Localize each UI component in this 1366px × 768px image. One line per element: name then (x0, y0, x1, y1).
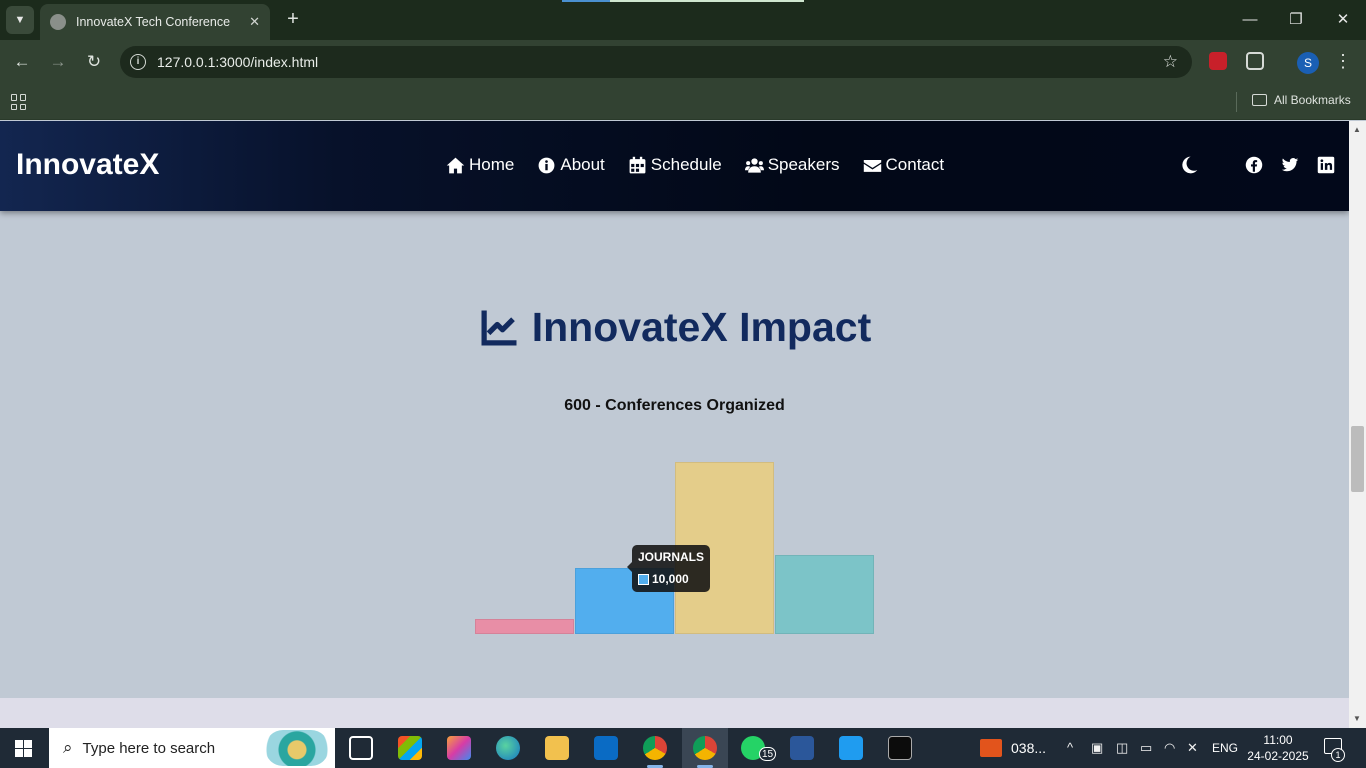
nav-link-label: Contact (885, 155, 945, 174)
tray-app-icon[interactable] (980, 739, 1002, 757)
nav-link-schedule[interactable]: Schedule (628, 155, 722, 175)
clock-time: 11:00 (1263, 733, 1293, 747)
bookmarks-bar: All Bookmarks (0, 84, 1366, 120)
taskbar-search-placeholder: Type here to search (82, 739, 216, 757)
all-bookmarks-label: All Bookmarks (1274, 93, 1351, 107)
impact-title: InnovateX Impact (531, 304, 872, 350)
tooltip-color-swatch (638, 573, 649, 585)
nav-link-label: Speakers (767, 155, 840, 174)
taskbar-search[interactable]: ⌕ Type here to search (49, 728, 335, 768)
word-icon[interactable] (790, 736, 814, 760)
tray-camera-icon[interactable]: ◫ (1116, 740, 1128, 756)
envelope-icon (863, 159, 881, 172)
file-explorer-icon[interactable] (545, 736, 569, 760)
bookmarks-divider (1236, 92, 1237, 112)
moon-icon[interactable] (1179, 155, 1199, 175)
edge-icon[interactable] (496, 736, 520, 760)
chart-tooltip: JOURNALS 10,000 (627, 545, 710, 592)
globe-icon (50, 14, 66, 30)
apps-grid-icon[interactable] (11, 94, 27, 110)
nav-link-speakers[interactable]: Speakers (744, 155, 840, 175)
page-viewport: InnovateX Home About Schedule Speakers C… (0, 121, 1349, 728)
impact-heading: InnovateX Impact (0, 304, 1349, 351)
next-section (0, 698, 1349, 728)
page-scrollbar[interactable]: ▲ ▼ (1349, 121, 1366, 728)
close-tab-icon[interactable]: ✕ (249, 14, 260, 30)
browser-toolbar: ← → ↻ i 127.0.0.1:3000/index.html ☆ S ⋮ (0, 40, 1366, 84)
minimize-button[interactable]: — (1238, 8, 1262, 32)
chart-bar[interactable] (775, 555, 874, 634)
address-bar[interactable]: i 127.0.0.1:3000/index.html ☆ (120, 46, 1192, 78)
url-text[interactable]: 127.0.0.1:3000/index.html (157, 54, 318, 70)
notification-count: 1 (1331, 748, 1345, 762)
browser-tab-bar: ▼ InnovateX Tech Conference ✕ + — ❐ ✕ (0, 0, 1366, 40)
new-tab-button[interactable]: + (282, 8, 304, 30)
site-brand[interactable]: InnovateX (16, 148, 159, 182)
clock-date: 24-02-2025 (1247, 749, 1309, 763)
calendar-icon (629, 156, 646, 173)
home-icon (446, 157, 465, 173)
restore-button[interactable]: ❐ (1284, 8, 1308, 32)
nav-link-label: Home (469, 155, 515, 174)
linkedin-icon[interactable] (1317, 156, 1335, 174)
whatsapp-badge: 15 (759, 747, 776, 761)
nav-links: Home About Schedule Speakers Contact (446, 155, 944, 175)
task-view-icon[interactable] (349, 736, 373, 760)
chrome-profile-icon[interactable] (693, 736, 717, 760)
nav-link-about[interactable]: About (537, 155, 605, 175)
scroll-up-arrow-icon[interactable]: ▲ (1353, 125, 1361, 134)
close-window-button[interactable]: ✕ (1331, 8, 1355, 32)
facebook-icon[interactable] (1245, 156, 1263, 174)
windows-taskbar: ⌕ Type here to search 15 038... ^ ▣ ◫ ▭ … (0, 728, 1366, 768)
chevron-up-icon[interactable]: ^ (1067, 740, 1073, 755)
tab-search-button[interactable]: ▼ (6, 6, 34, 34)
vscode-icon[interactable] (839, 736, 863, 760)
nav-link-label: Schedule (650, 155, 722, 174)
tab-title: InnovateX Tech Conference (76, 15, 231, 29)
tooltip-label: JOURNALS (638, 550, 705, 564)
chart-line-icon (481, 310, 517, 345)
all-bookmarks-button[interactable]: All Bookmarks (1252, 93, 1351, 107)
tray-security-icon[interactable]: ▣ (1091, 740, 1103, 756)
language-indicator[interactable]: ENG (1212, 741, 1238, 755)
forward-button[interactable]: → (47, 51, 69, 73)
wifi-icon[interactable]: ◠ (1164, 740, 1175, 756)
info-icon (538, 157, 555, 173)
back-button[interactable]: ← (11, 51, 33, 73)
bookmark-star-icon[interactable]: ☆ (1163, 52, 1178, 72)
search-icon: ⌕ (63, 738, 73, 757)
scrollbar-thumb[interactable] (1351, 426, 1364, 492)
page-load-indicator (562, 0, 804, 2)
tray-app-label[interactable]: 038... (1011, 740, 1046, 756)
tooltip-value: 10,000 (652, 572, 689, 586)
folder-icon (1252, 94, 1267, 106)
chart-caption: 600 - Conferences Organized (564, 397, 785, 414)
site-info-icon[interactable]: i (130, 54, 146, 70)
browser-menu-icon[interactable]: ⋮ (1334, 51, 1352, 72)
reload-button[interactable]: ↻ (83, 51, 105, 73)
chart-bar[interactable] (475, 619, 574, 634)
terminal-icon[interactable] (888, 736, 912, 760)
taskbar-clock[interactable]: 11:00 24-02-2025 (1246, 732, 1310, 764)
site-navbar: InnovateX Home About Schedule Speakers C… (0, 121, 1349, 211)
users-icon (744, 157, 764, 173)
nav-link-home[interactable]: Home (446, 155, 514, 175)
profile-avatar[interactable]: S (1297, 52, 1319, 74)
copilot-icon[interactable] (447, 736, 471, 760)
extension-red-icon[interactable] (1209, 52, 1227, 70)
nav-link-contact[interactable]: Contact (863, 155, 945, 175)
microsoft-store-icon[interactable] (398, 736, 422, 760)
chrome-icon[interactable] (643, 736, 667, 760)
windows-start-icon[interactable] (15, 740, 32, 757)
scroll-down-arrow-icon[interactable]: ▼ (1353, 714, 1361, 723)
outlook-icon[interactable] (594, 736, 618, 760)
search-highlight-image (265, 730, 329, 766)
nav-link-label: About (560, 155, 605, 174)
browser-tab[interactable]: InnovateX Tech Conference ✕ (40, 4, 270, 40)
speaker-muted-icon[interactable]: ✕ (1187, 740, 1198, 756)
extensions-puzzle-icon[interactable] (1246, 52, 1264, 70)
battery-icon[interactable]: ▭ (1140, 740, 1152, 756)
twitter-icon[interactable] (1281, 156, 1299, 174)
